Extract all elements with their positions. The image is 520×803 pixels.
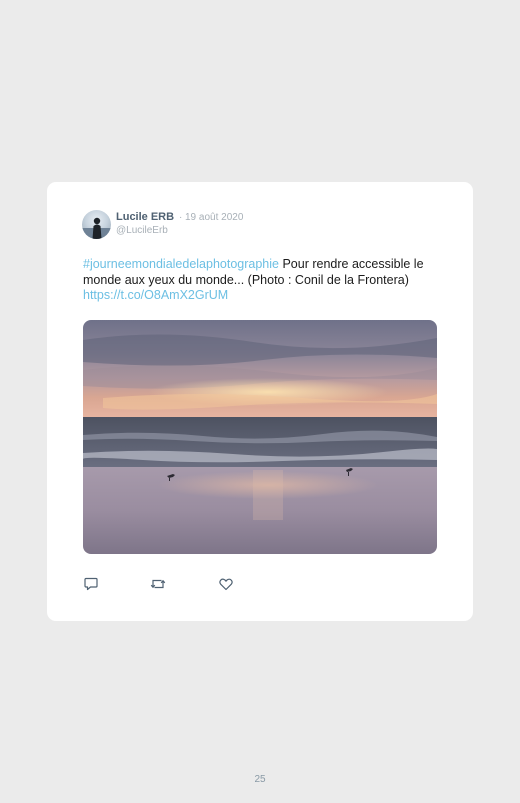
author-name[interactable]: Lucile ERB [116,211,174,223]
like-icon[interactable] [218,576,234,592]
author-avatar[interactable] [82,210,111,239]
meta-separator: · [179,212,183,223]
page-number: 25 [254,774,266,785]
reply-icon[interactable] [83,576,99,592]
tweet-short-link[interactable]: https://t.co/O8AmX2GrUM [83,288,228,302]
tweet-card: Lucile ERB · 19 août 2020 @LucileErb #jo… [47,182,473,621]
tweet-photo[interactable] [83,320,437,554]
retweet-icon[interactable] [150,576,166,592]
hashtag-link[interactable]: #journeemondialedelaphotographie [83,257,279,271]
tweet-date[interactable]: 19 août 2020 [185,212,243,223]
author-handle[interactable]: @LucileErb [116,225,168,236]
tweet-text: #journeemondialedelaphotographie Pour re… [83,257,439,304]
